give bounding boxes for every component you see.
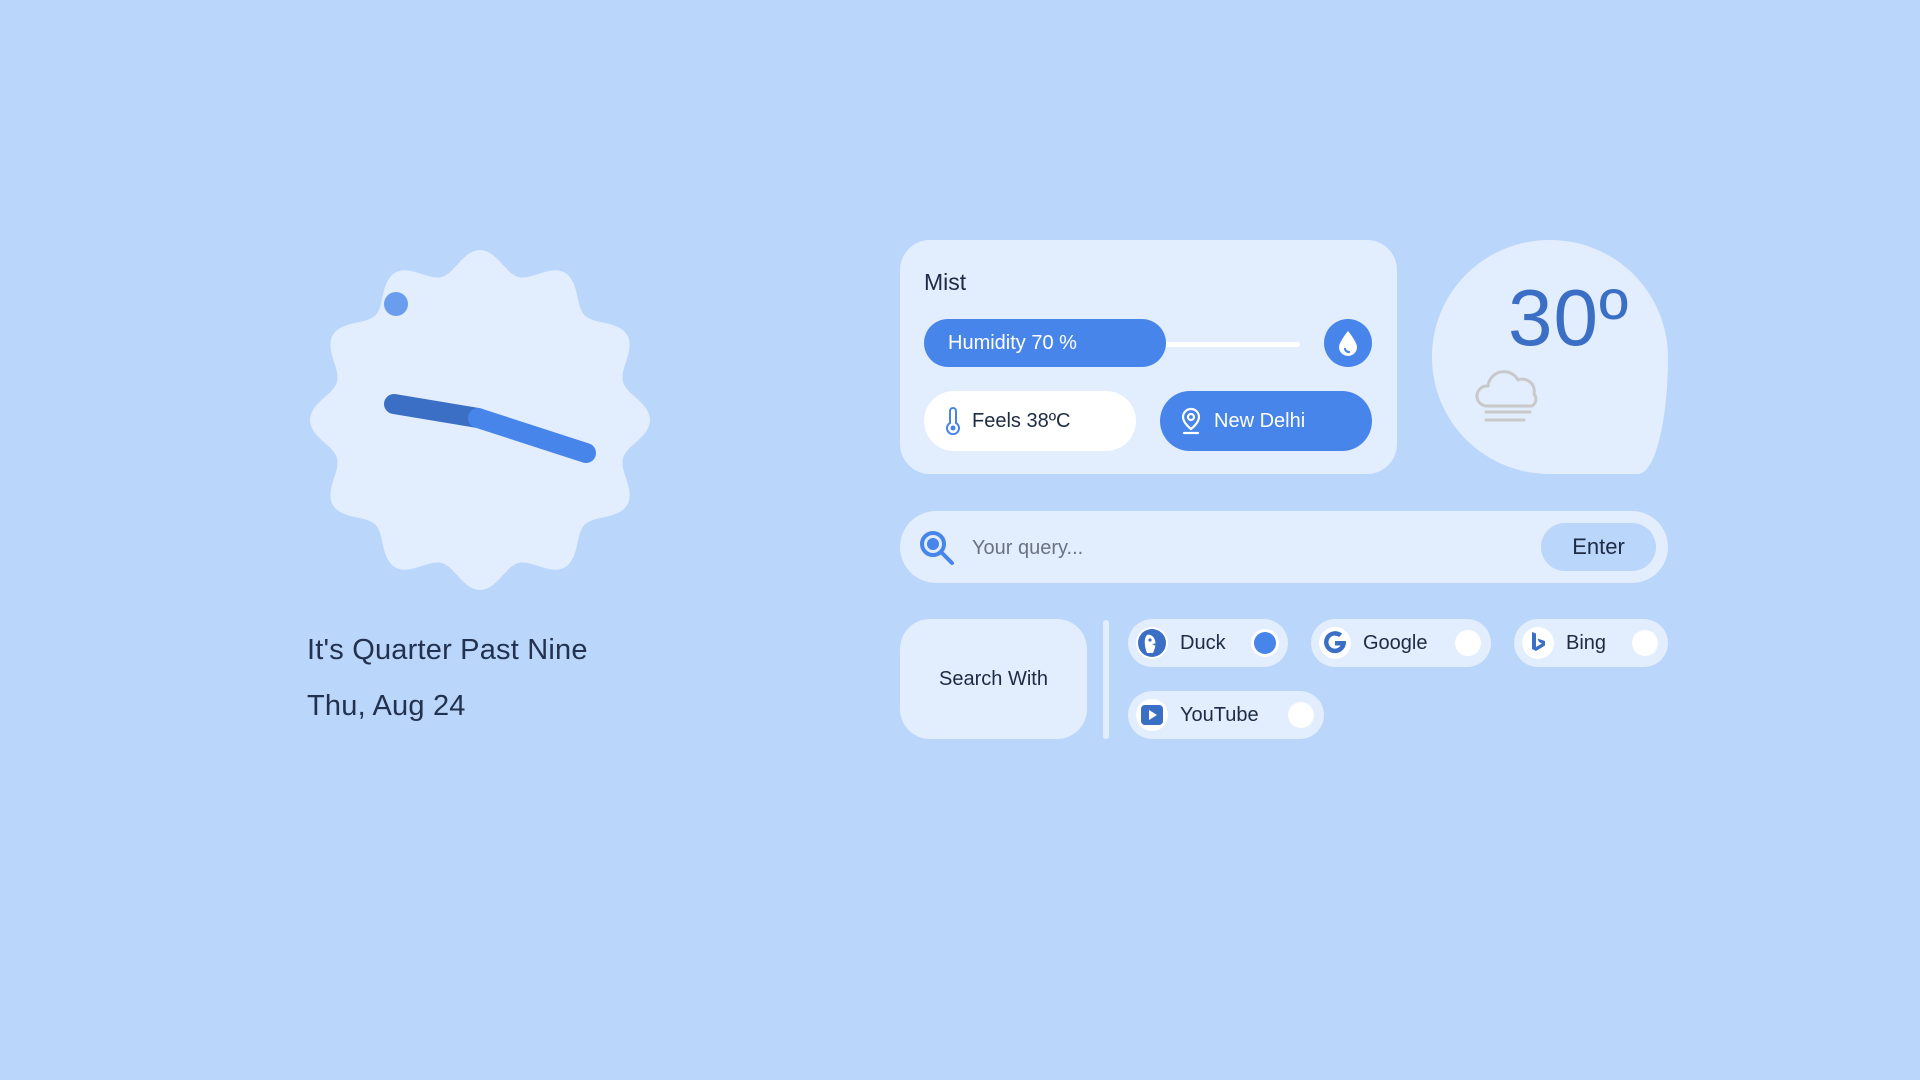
engine-label: Bing — [1566, 631, 1607, 654]
engine-radio[interactable] — [1288, 702, 1314, 728]
search-with-label: Search With — [900, 619, 1087, 739]
clock-hour-hand — [384, 394, 488, 428]
google-icon — [1319, 627, 1351, 659]
engine-label: Duck — [1180, 631, 1226, 654]
engine-option-youtube[interactable]: YouTube — [1128, 691, 1324, 739]
enter-button[interactable]: Enter — [1541, 523, 1656, 571]
weather-card: Mist Humidity 70 % Feels 38ºC New Delhi — [900, 240, 1397, 474]
analog-clock — [298, 238, 662, 602]
weather-condition: Mist — [924, 269, 967, 295]
engine-radio[interactable] — [1632, 630, 1658, 656]
engine-label: YouTube — [1180, 703, 1259, 726]
search-icon[interactable] — [918, 529, 956, 567]
temperature-card: 30º — [1432, 240, 1668, 474]
time-caption: It's Quarter Past Nine — [307, 634, 588, 666]
engine-radio[interactable] — [1455, 630, 1481, 656]
engine-option-duck[interactable]: Duck — [1128, 619, 1288, 667]
bing-icon — [1522, 627, 1554, 659]
engine-option-bing[interactable]: Bing — [1514, 619, 1668, 667]
thermometer-icon — [944, 407, 962, 435]
engine-option-google[interactable]: Google — [1311, 619, 1491, 667]
location-label: New Delhi — [1214, 409, 1306, 432]
feels-like-label: Feels 38ºC — [972, 409, 1071, 432]
engine-divider — [1103, 620, 1109, 739]
location-pin-icon — [1180, 407, 1202, 435]
engine-label: Google — [1363, 631, 1428, 654]
search-input[interactable] — [970, 527, 1534, 569]
clock-second-dot — [384, 292, 408, 316]
feels-like-pill: Feels 38ºC — [924, 391, 1136, 451]
location-pill[interactable]: New Delhi — [1160, 391, 1372, 451]
engine-radio-selected[interactable] — [1254, 632, 1276, 654]
youtube-icon — [1136, 699, 1168, 731]
humidity-button — [1324, 319, 1372, 367]
search-bar: Enter — [900, 511, 1668, 583]
date-caption: Thu, Aug 24 — [307, 690, 466, 722]
humidity-bar: Humidity 70 % — [924, 319, 1166, 367]
water-drop-icon — [1336, 329, 1360, 357]
mist-cloud-icon — [1472, 364, 1544, 433]
duckduckgo-icon — [1136, 627, 1168, 659]
temperature-value: 30º — [1508, 273, 1630, 362]
new-tab-page: It's Quarter Past Nine Thu, Aug 24 Mist … — [0, 0, 1920, 1080]
humidity-label: Humidity 70 % — [948, 331, 1077, 354]
